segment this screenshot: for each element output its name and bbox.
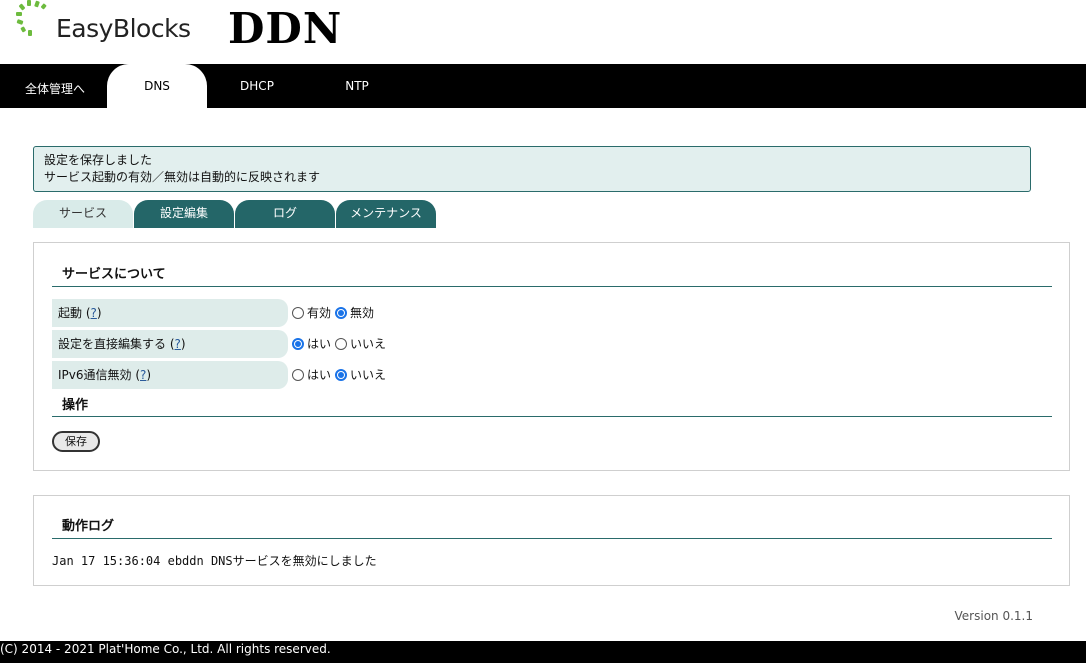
section-heading-log: 動作ログ: [52, 515, 1052, 539]
section-heading-operations: 操作: [52, 394, 1052, 417]
radio-no[interactable]: [335, 369, 348, 381]
help-link[interactable]: ?: [175, 337, 181, 351]
startup-options: 有効 無効: [292, 299, 378, 327]
radio-label: はい: [307, 337, 332, 351]
radio-disable[interactable]: [335, 307, 348, 319]
row-label-ipv6: IPv6通信無効 (?): [52, 361, 288, 389]
radio-yes[interactable]: [292, 369, 304, 381]
row-label-startup: 起動 (?): [52, 299, 288, 327]
footer-copyright: (C) 2014 - 2021 Plat'Home Co., Ltd. All …: [0, 641, 1086, 663]
service-panel: サービスについて 起動 (?) 有効 無効 設定を直接編集する (?) はい い…: [33, 242, 1070, 471]
tab-config-edit[interactable]: 設定編集: [134, 200, 234, 228]
notice-line: 設定を保存しました: [44, 153, 153, 167]
tab-service[interactable]: サービス: [33, 200, 133, 228]
row-label-text: IPv6通信無効: [58, 368, 132, 382]
save-button[interactable]: 保存: [52, 431, 100, 452]
help-link[interactable]: ?: [140, 368, 146, 382]
radio-label: 無効: [350, 306, 375, 320]
log-panel: 動作ログ Jan 17 15:36:04 ebddn DNSサービスを無効にしま…: [33, 495, 1070, 586]
row-label-text: 設定を直接編集する: [58, 337, 167, 351]
nav-item-ntp[interactable]: NTP: [307, 64, 407, 108]
logo-text: EasyBlocks: [56, 14, 191, 43]
ipv6-options: はい いいえ: [292, 361, 390, 389]
nav-item-dhcp[interactable]: DHCP: [207, 64, 307, 108]
nav-item-dns[interactable]: DNS: [107, 64, 207, 108]
radio-label: 有効: [307, 306, 332, 320]
direct-edit-options: はい いいえ: [292, 330, 390, 358]
row-label-direct-edit: 設定を直接編集する (?): [52, 330, 288, 358]
top-nav: 全体管理へ DNS DHCP NTP: [0, 64, 1086, 108]
radio-enable[interactable]: [292, 307, 304, 319]
nav-item-admin[interactable]: 全体管理へ: [0, 64, 110, 108]
header-logo: EasyBlocks DDN: [14, 0, 414, 62]
site-title: DDN: [228, 4, 343, 53]
logo-icon: [16, 0, 47, 36]
row-label-text: 起動: [58, 306, 83, 320]
tab-log[interactable]: ログ: [235, 200, 335, 228]
radio-label: いいえ: [350, 337, 387, 351]
radio-no[interactable]: [335, 338, 348, 350]
notice-line: サービス起動の有効／無効は自動的に反映されます: [44, 170, 321, 184]
radio-label: いいえ: [350, 368, 387, 382]
tab-maintenance[interactable]: メンテナンス: [336, 200, 436, 228]
status-notice: 設定を保存しました サービス起動の有効／無効は自動的に反映されます: [33, 146, 1031, 192]
radio-yes[interactable]: [292, 338, 304, 350]
radio-label: はい: [307, 368, 332, 382]
help-link[interactable]: ?: [91, 306, 97, 320]
version-text: Version 0.1.1: [954, 609, 1033, 623]
section-heading-service: サービスについて: [52, 263, 1052, 287]
log-entry: Jan 17 15:36:04 ebddn DNSサービスを無効にしました: [52, 554, 377, 568]
